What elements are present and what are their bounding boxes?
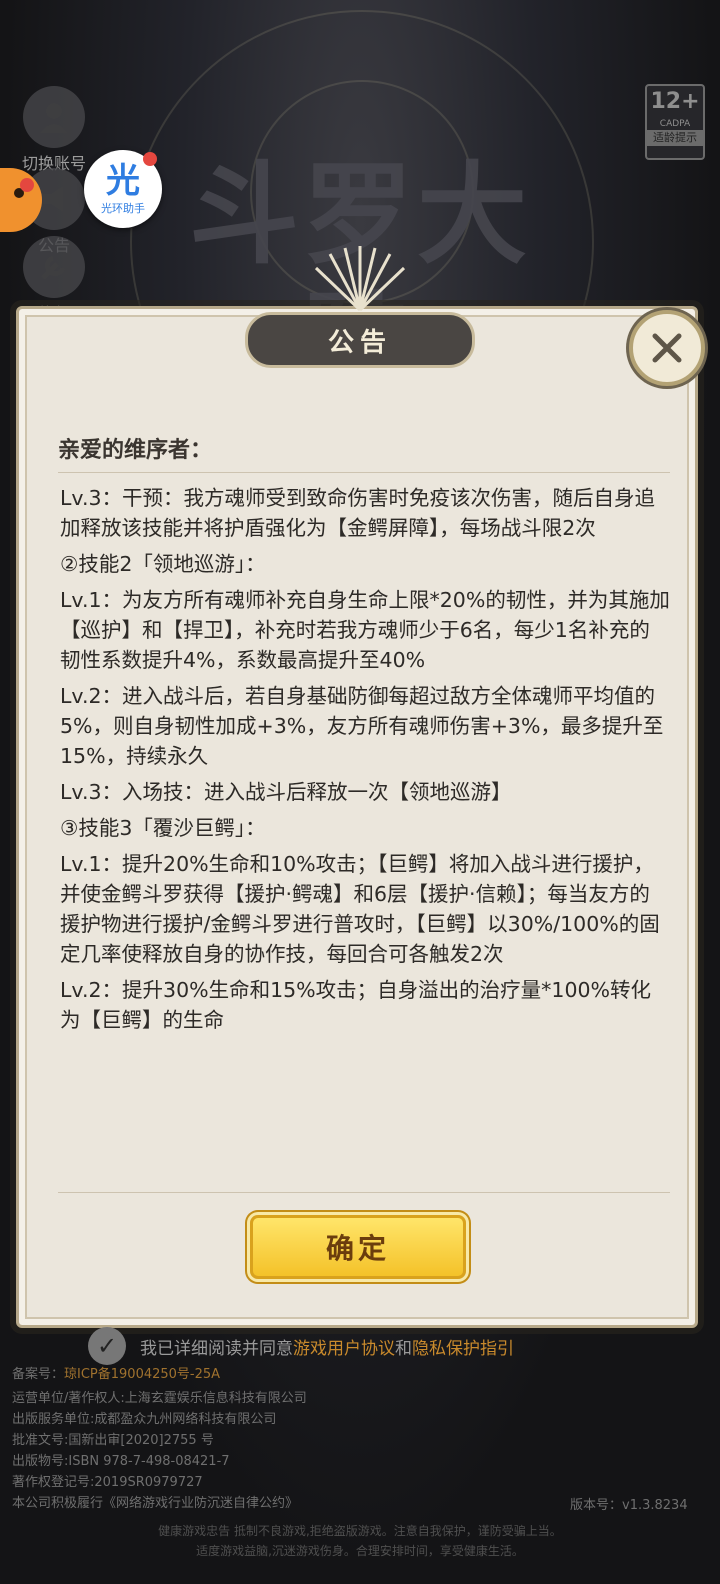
content-paragraph: Lv.3：入场技：进入战斗后释放一次【领地巡游】	[60, 780, 512, 804]
copyright-info: 著作权登记号:2019SR0979727	[12, 1475, 203, 1490]
age-rating-org: CADPA	[659, 119, 691, 129]
approval-info: 批准文号:国新出审[2020]2755 号	[12, 1433, 214, 1448]
age-rating-badge[interactable]: 12+ CADPA 适龄提示	[645, 84, 705, 160]
announcement-content[interactable]: Lv.3：干预：我方魂师受到致命伤害时免疫该次伤害，随后自身追加释放该技能并将护…	[60, 483, 670, 1183]
content-paragraph: Lv.1：为友方所有魂师补充自身生命上限*20%的韧性，并为其施加【巡护】和【捍…	[60, 588, 670, 672]
health-advice-line1: 健康游戏忠告 抵制不良游戏,拒绝盗版游戏。注意自我保护，谨防受骗上当。	[158, 1524, 562, 1538]
version-number: 版本号：v1.3.8234	[570, 1498, 688, 1513]
record-label: 备案号：	[12, 1367, 65, 1382]
agreement-checkbox[interactable]: ✓	[88, 1327, 126, 1365]
publisher-info: 出版服务单位:成都盈众九州网络科技有限公司	[12, 1412, 277, 1427]
pledge-info: 本公司积极履行《网络游戏行业防沉迷自律公约》	[12, 1496, 299, 1511]
privacy-policy-link[interactable]: 隐私保护指引	[412, 1334, 514, 1359]
record-number: 备案号：琼ICP备19004250号-25A	[12, 1366, 220, 1384]
agreement-prefix: 我已详细阅读并同意	[140, 1338, 293, 1359]
content-paragraph: Lv.3：干预：我方魂师受到致命伤害时免疫该次伤害，随后自身追加释放该技能并将护…	[60, 486, 656, 540]
wrench-icon	[23, 236, 85, 298]
greeting-text: 亲爱的维序者：	[58, 437, 213, 463]
mascot-notification-dot	[20, 178, 34, 192]
helper-logo-icon: 光	[106, 161, 140, 201]
top-divider	[58, 472, 670, 473]
bottom-divider	[58, 1192, 670, 1193]
content-paragraph: ②技能2「领地巡游」：	[60, 552, 266, 576]
switch-account-button[interactable]: 切换账号	[14, 86, 94, 174]
isbn-info: 出版物号:ISBN 978-7-498-08421-7	[12, 1454, 230, 1469]
check-icon: ✓	[96, 1332, 118, 1360]
dialog-title-bar: 公告	[245, 312, 475, 368]
close-icon	[652, 333, 682, 363]
age-rating: 12+	[650, 89, 700, 114]
content-paragraph: Lv.2：进入战斗后，若自身基础防御每超过敌方全体魂师平均值的5%，则自身韧性加…	[60, 684, 664, 768]
title-ornament-icon	[314, 246, 406, 312]
health-advice-line2: 适度游戏益脑,沉迷游戏伤身。合理安排时间，享受健康生活。	[196, 1544, 524, 1558]
user-agreement-link[interactable]: 游戏用户协议	[293, 1334, 395, 1359]
content-paragraph: Lv.2：提升30%生命和15%攻击；自身溢出的治疗量*100%转化为【巨鳄】的…	[60, 978, 652, 1032]
content-paragraph: Lv.1：提升20%生命和10%攻击；【巨鳄】将加入战斗进行援护，并使金鳄斗罗获…	[60, 852, 660, 966]
confirm-label: 确定	[325, 1232, 390, 1265]
operator-info: 运营单位/著作权人:上海玄霆娱乐信息科技有限公司	[12, 1391, 307, 1406]
record-link[interactable]: 琼ICP备19004250号-25A	[64, 1367, 220, 1382]
confirm-button[interactable]: 确定	[250, 1215, 466, 1279]
close-button[interactable]	[629, 310, 705, 386]
content-paragraph: ③技能3「覆沙巨鳄」：	[60, 816, 266, 840]
helper-notification-dot	[143, 152, 157, 166]
agreement-row: ✓ 我已详细阅读并同意 游戏用户协议 和 隐私保护指引	[88, 1327, 514, 1365]
agreement-and: 和	[395, 1338, 412, 1359]
user-icon	[23, 86, 85, 148]
dialog-title: 公告	[327, 327, 392, 358]
age-rating-tip: 适龄提示	[647, 130, 703, 146]
helper-name: 光环助手	[101, 202, 145, 215]
